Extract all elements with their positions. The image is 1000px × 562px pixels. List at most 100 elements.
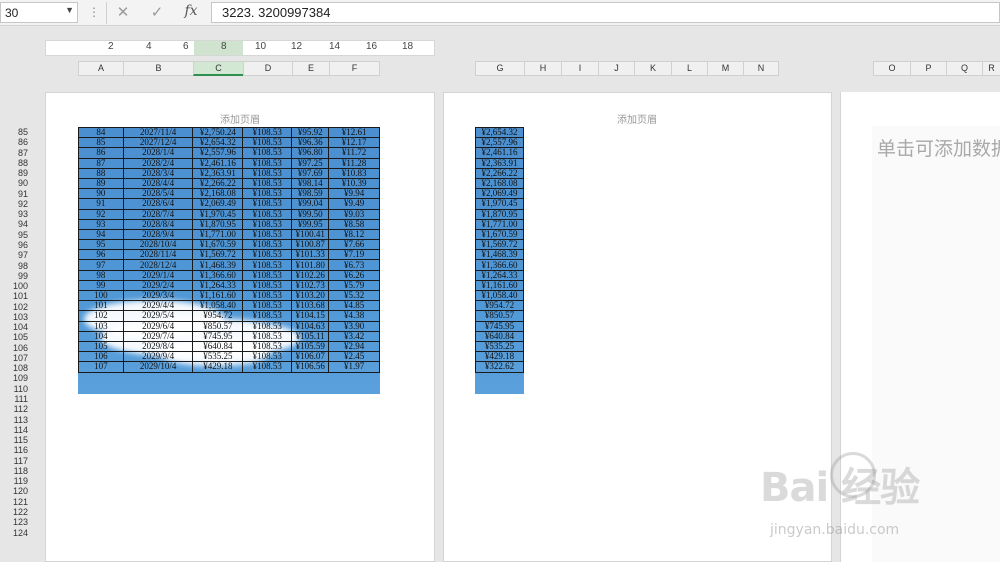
row-header[interactable]: 111	[0, 394, 32, 404]
table-cell[interactable]: 2028/5/4	[122, 188, 194, 200]
table-cell[interactable]: ¥100.41	[291, 228, 330, 241]
table-cell[interactable]: ¥98.14	[291, 177, 330, 190]
table-cell[interactable]: ¥108.53	[242, 218, 293, 230]
table-cell[interactable]: ¥103.68	[291, 300, 330, 312]
table-cell[interactable]: ¥108.53	[242, 351, 293, 363]
table-cell[interactable]: ¥108.53	[242, 279, 293, 292]
table-cell[interactable]: ¥108.53	[242, 137, 293, 149]
name-box[interactable]: 30 ▼	[0, 2, 78, 23]
row-header[interactable]: 96	[0, 240, 32, 250]
row-header[interactable]: 92	[0, 199, 32, 209]
row-header[interactable]: 120	[0, 486, 32, 496]
table-cell[interactable]: ¥97.25	[291, 157, 330, 169]
table-cell[interactable]: ¥108.53	[242, 259, 293, 271]
table-cell[interactable]: ¥2.45	[328, 351, 380, 363]
table-cell[interactable]: ¥640.84	[475, 330, 524, 342]
row-header[interactable]: 123	[0, 517, 32, 527]
table-cell[interactable]: ¥2.94	[328, 340, 380, 353]
column-header-q[interactable]: Q	[946, 61, 982, 76]
table-cell[interactable]: ¥1,264.33	[475, 269, 524, 281]
table-cell[interactable]: 2028/11/4	[122, 249, 194, 261]
table-cell[interactable]: ¥9.49	[328, 198, 380, 210]
table-cell[interactable]: ¥2,168.08	[192, 188, 244, 200]
table-cell[interactable]: 2029/3/4	[122, 289, 194, 302]
table-cell[interactable]: ¥105.59	[291, 340, 330, 353]
table-cell[interactable]: ¥108.53	[242, 361, 293, 373]
row-header[interactable]: 101	[0, 291, 32, 301]
table-cell[interactable]: ¥1,264.33	[192, 279, 244, 292]
table-cell[interactable]: ¥1,870.95	[192, 218, 244, 230]
table-cell[interactable]: ¥2,750.24	[192, 126, 244, 139]
table-cell[interactable]: ¥954.72	[475, 300, 524, 312]
table-cell[interactable]: ¥1,970.45	[475, 198, 524, 210]
row-header[interactable]: 118	[0, 466, 32, 476]
row-header[interactable]: 90	[0, 178, 32, 188]
table-cell[interactable]: ¥104.15	[291, 310, 330, 322]
table-cell[interactable]: ¥108.53	[242, 208, 293, 220]
row-header[interactable]: 122	[0, 507, 32, 517]
row-header[interactable]: 98	[0, 261, 32, 271]
table-cell[interactable]: ¥2,654.32	[475, 126, 524, 139]
table-cell[interactable]: ¥6.26	[328, 269, 380, 281]
more-icon[interactable]: ⋮	[88, 5, 100, 19]
table-cell[interactable]: 93	[78, 218, 124, 230]
row-header[interactable]: 108	[0, 363, 32, 373]
table-cell[interactable]: ¥108.53	[242, 239, 293, 251]
table-cell[interactable]: ¥1,366.60	[192, 269, 244, 281]
table-cell[interactable]: 102	[78, 310, 124, 322]
table-cell[interactable]: ¥3.42	[328, 330, 380, 342]
table-cell[interactable]: 2028/3/4	[122, 167, 194, 179]
table-cell[interactable]: ¥108.53	[242, 157, 293, 169]
table-cell[interactable]: ¥2,363.91	[192, 167, 244, 179]
row-header[interactable]: 117	[0, 456, 32, 466]
table-cell[interactable]: 106	[78, 351, 124, 363]
column-header-b[interactable]: B	[123, 61, 193, 76]
row-header[interactable]: 91	[0, 189, 32, 199]
table-cell[interactable]: ¥103.20	[291, 289, 330, 302]
table-cell[interactable]: ¥11.28	[328, 157, 380, 169]
table-cell[interactable]: ¥108.53	[242, 249, 293, 261]
table-cell[interactable]: 2029/9/4	[122, 351, 194, 363]
row-header[interactable]: 110	[0, 384, 32, 394]
table-cell[interactable]: 90	[78, 188, 124, 200]
column-header-o[interactable]: O	[873, 61, 910, 76]
table-cell[interactable]: ¥2,168.08	[475, 177, 524, 190]
table-cell[interactable]: 107	[78, 361, 124, 373]
column-header-r[interactable]: R	[982, 61, 1000, 76]
table-cell[interactable]: ¥1,569.72	[475, 239, 524, 251]
table-cell[interactable]: ¥9.94	[328, 188, 380, 200]
column-header-n[interactable]: N	[743, 61, 779, 76]
table-cell[interactable]: 2027/12/4	[122, 137, 194, 149]
add-header-placeholder[interactable]: 添加页眉	[220, 111, 260, 126]
table-cell[interactable]: 89	[78, 177, 124, 190]
table-cell[interactable]: ¥3.90	[328, 320, 380, 332]
row-header[interactable]: 115	[0, 435, 32, 445]
table-cell[interactable]: ¥98.59	[291, 188, 330, 200]
table-cell[interactable]: ¥7.19	[328, 249, 380, 261]
table-cell[interactable]: 2028/10/4	[122, 239, 194, 251]
table-cell[interactable]: ¥1,366.60	[475, 259, 524, 271]
table-cell[interactable]: ¥850.57	[192, 320, 244, 332]
table-cell[interactable]: ¥954.72	[192, 310, 244, 322]
enter-icon[interactable]: ✓	[146, 3, 168, 22]
table-cell[interactable]: 91	[78, 198, 124, 210]
table-cell[interactable]: ¥2,069.49	[475, 188, 524, 200]
row-header[interactable]: 116	[0, 445, 32, 455]
chevron-down-icon[interactable]: ▼	[65, 5, 74, 15]
table-cell[interactable]: ¥97.69	[291, 167, 330, 179]
table-cell[interactable]: ¥535.25	[475, 340, 524, 353]
table-cell[interactable]: 96	[78, 249, 124, 261]
table-cell[interactable]: ¥1,058.40	[192, 300, 244, 312]
table-cell[interactable]: ¥6.73	[328, 259, 380, 271]
table-cell[interactable]: ¥1,161.60	[192, 289, 244, 302]
row-header[interactable]: 107	[0, 353, 32, 363]
table-cell[interactable]: 2028/2/4	[122, 157, 194, 169]
table-cell[interactable]: ¥102.26	[291, 269, 330, 281]
column-header-h[interactable]: H	[524, 61, 561, 76]
table-cell[interactable]: 88	[78, 167, 124, 179]
table-cell[interactable]: ¥108.53	[242, 177, 293, 190]
row-header[interactable]: 124	[0, 528, 32, 538]
table-cell[interactable]: 98	[78, 269, 124, 281]
table-cell[interactable]: 86	[78, 147, 124, 159]
table-cell[interactable]: ¥108.53	[242, 188, 293, 200]
